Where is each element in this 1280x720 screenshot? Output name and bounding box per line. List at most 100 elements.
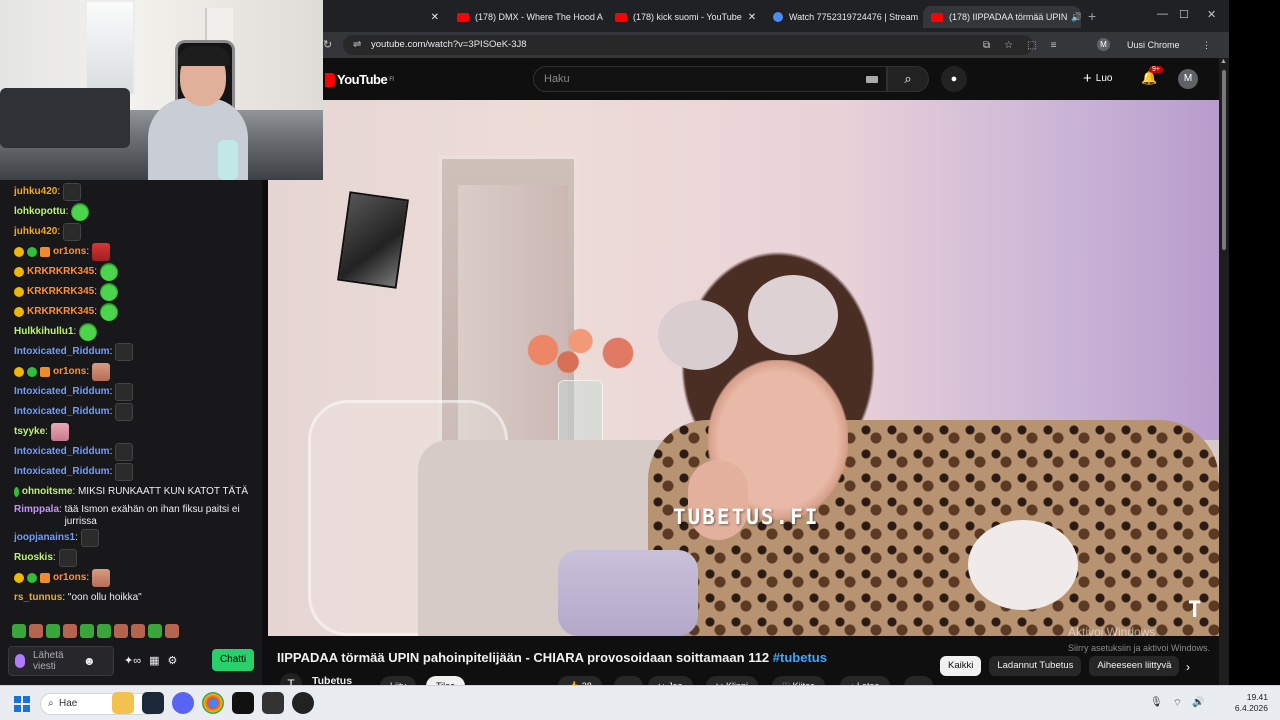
- emote-icon[interactable]: [12, 624, 26, 638]
- video-headband-right: [748, 275, 838, 355]
- chip-uploaded[interactable]: Ladannut Tubetus: [989, 656, 1082, 676]
- chat-username[interactable]: or1ons: [53, 568, 86, 588]
- tab-2[interactable]: (178) kick suomi - YouTube ✕: [607, 6, 759, 28]
- emote-icon[interactable]: [148, 624, 162, 638]
- address-bar[interactable]: ⇌ youtube.com/watch?v=3PISOeK-3J8: [343, 35, 1033, 55]
- emote-icon[interactable]: [165, 624, 179, 638]
- chat-username[interactable]: tsyyke: [14, 422, 45, 442]
- create-button[interactable]: + Luo: [1083, 70, 1112, 87]
- discord-icon[interactable]: [172, 692, 194, 714]
- chat-messages: juhku420: lohkopottu: juhku420: or1ons: KRKR…: [0, 180, 262, 620]
- tab-close-icon[interactable]: ✕: [742, 12, 756, 23]
- chat-username[interactable]: lohkopottu: [14, 202, 66, 222]
- youtube-logo[interactable]: YouTube FI: [325, 72, 394, 87]
- chat-mic-icon[interactable]: [15, 654, 25, 668]
- chat-username[interactable]: rs_tunnus: [14, 588, 62, 608]
- extensions-icon[interactable]: ⬚: [1027, 40, 1036, 51]
- emoji-picker-icon[interactable]: ☻: [83, 654, 96, 668]
- maximize-icon[interactable]: ☐: [1179, 8, 1189, 21]
- chip-all[interactable]: Kaikki: [940, 656, 982, 676]
- chat-username[interactable]: Hulkkihullu1: [14, 322, 73, 342]
- chat-colon: :: [72, 486, 76, 497]
- emote-icon[interactable]: [46, 624, 60, 638]
- minimize-icon[interactable]: —: [1157, 8, 1168, 20]
- emote-icon[interactable]: [97, 624, 111, 638]
- chat-username[interactable]: KRKRKRK345: [27, 302, 94, 322]
- chat-username[interactable]: Rimppala: [14, 504, 59, 516]
- video-hashtag[interactable]: #tubetus: [773, 650, 827, 665]
- chat-username[interactable]: KRKRKRK345: [27, 282, 94, 302]
- tab-3[interactable]: Watch 7752319724476 | Stream ✕: [765, 6, 919, 28]
- app-n-icon[interactable]: [262, 692, 284, 714]
- scrollbar-thumb[interactable]: [1222, 70, 1226, 250]
- app-x-icon[interactable]: [232, 692, 254, 714]
- chat-username[interactable]: Intoxicated_Riddum: [14, 462, 110, 482]
- notifications-bell-icon[interactable]: 🔔 9+: [1141, 66, 1163, 86]
- chat-username[interactable]: or1ons: [53, 242, 86, 262]
- chat-username[interactable]: ohnoitsme: [22, 482, 73, 502]
- steam-icon[interactable]: [142, 692, 164, 714]
- chrome-update-button[interactable]: Uusi Chrome saatavilla ⋮: [1123, 36, 1217, 68]
- page-scrollbar[interactable]: ▲: [1219, 58, 1229, 685]
- chat-username[interactable]: Ruoskis: [14, 548, 53, 568]
- chat-send-button[interactable]: Chatti: [212, 649, 254, 671]
- address-icons: ⧉ ☆ ⬚ ≡: [983, 40, 1056, 51]
- chat-username[interactable]: Intoxicated_Riddum: [14, 342, 110, 362]
- tab-close-icon[interactable]: ✕: [425, 12, 439, 23]
- file-explorer-icon[interactable]: [112, 692, 134, 714]
- close-window-icon[interactable]: ✕: [1207, 8, 1216, 21]
- chip-related[interactable]: Aiheeseen liittyvä: [1089, 656, 1180, 676]
- network-icon[interactable]: ⌔: [1173, 697, 1182, 710]
- chat-username[interactable]: or1ons: [53, 362, 86, 382]
- mic-tray-icon[interactable]: 🎙: [1150, 697, 1163, 710]
- emote-icon[interactable]: [29, 624, 43, 638]
- chat-emote-icon: [92, 569, 111, 587]
- chat-input[interactable]: Lähetä viesti ☻: [8, 646, 114, 676]
- youtube-search-input[interactable]: Haku: [533, 66, 887, 92]
- taskbar-clock[interactable]: 19.41 6.4.2026: [1232, 692, 1268, 714]
- chevron-right-icon[interactable]: ›: [1186, 660, 1190, 674]
- video-pajama: [558, 550, 698, 636]
- chat-message: Intoxicated_Riddum:: [14, 382, 248, 402]
- tab-1[interactable]: (178) DMX - Where The Hood A ✕: [449, 6, 603, 28]
- volume-icon[interactable]: 🔊: [1192, 697, 1204, 710]
- reload-icon[interactable]: ↻: [323, 38, 332, 51]
- chat-username[interactable]: Intoxicated_Riddum: [14, 382, 110, 402]
- emote-icon[interactable]: [114, 624, 128, 638]
- profile-avatar[interactable]: M: [1097, 38, 1110, 51]
- chat-message: juhku420:: [14, 182, 248, 202]
- voice-search-icon[interactable]: ●: [941, 66, 967, 92]
- speaker-icon[interactable]: 🔊: [1071, 12, 1081, 23]
- chat-settings-icon[interactable]: ⚙: [167, 654, 177, 667]
- emote-icon[interactable]: [131, 624, 145, 638]
- chat-username[interactable]: Intoxicated_Riddum: [14, 442, 110, 462]
- keyboard-icon[interactable]: [866, 76, 878, 83]
- video-player[interactable]: TUBETUS.FI T: [268, 100, 1219, 636]
- bookmark-star-icon[interactable]: ☆: [1004, 40, 1013, 51]
- cast-icon[interactable]: ⧉: [983, 40, 990, 51]
- media-icon[interactable]: ≡: [1051, 40, 1057, 51]
- obs-icon[interactable]: [292, 692, 314, 714]
- chat-store-icon[interactable]: ▦: [149, 654, 159, 667]
- chat-username[interactable]: Intoxicated_Riddum: [14, 402, 110, 422]
- windows-start-icon[interactable]: [14, 696, 30, 712]
- emote-icon[interactable]: [80, 624, 94, 638]
- menu-dots-icon[interactable]: ⋮: [1202, 36, 1211, 54]
- chat-username[interactable]: joopjanains1: [14, 528, 75, 548]
- chat-colon: :: [86, 572, 90, 583]
- site-info-icon[interactable]: ⇌: [353, 35, 361, 55]
- search-button[interactable]: ⌕: [887, 66, 929, 92]
- chrome-icon[interactable]: [202, 692, 224, 714]
- tab-0[interactable]: ✕: [323, 6, 447, 28]
- new-tab-button[interactable]: +: [1088, 8, 1096, 24]
- tab-close-icon[interactable]: ✕: [918, 12, 919, 23]
- chat-username[interactable]: juhku420: [14, 182, 57, 202]
- emote-icon[interactable]: [63, 624, 77, 638]
- chat-username[interactable]: juhku420: [14, 222, 57, 242]
- scroll-up-icon[interactable]: ▲: [1220, 58, 1227, 65]
- chat-username[interactable]: KRKRKRK345: [27, 262, 94, 282]
- youtube-avatar[interactable]: M: [1178, 69, 1198, 89]
- chat-tool-icon[interactable]: ✦∞: [124, 654, 141, 667]
- chat-message: Hulkkihullu1:: [14, 322, 248, 342]
- tab-4-active[interactable]: (178) IIPPADAA törmää UPIN 🔊 ✕: [923, 6, 1081, 28]
